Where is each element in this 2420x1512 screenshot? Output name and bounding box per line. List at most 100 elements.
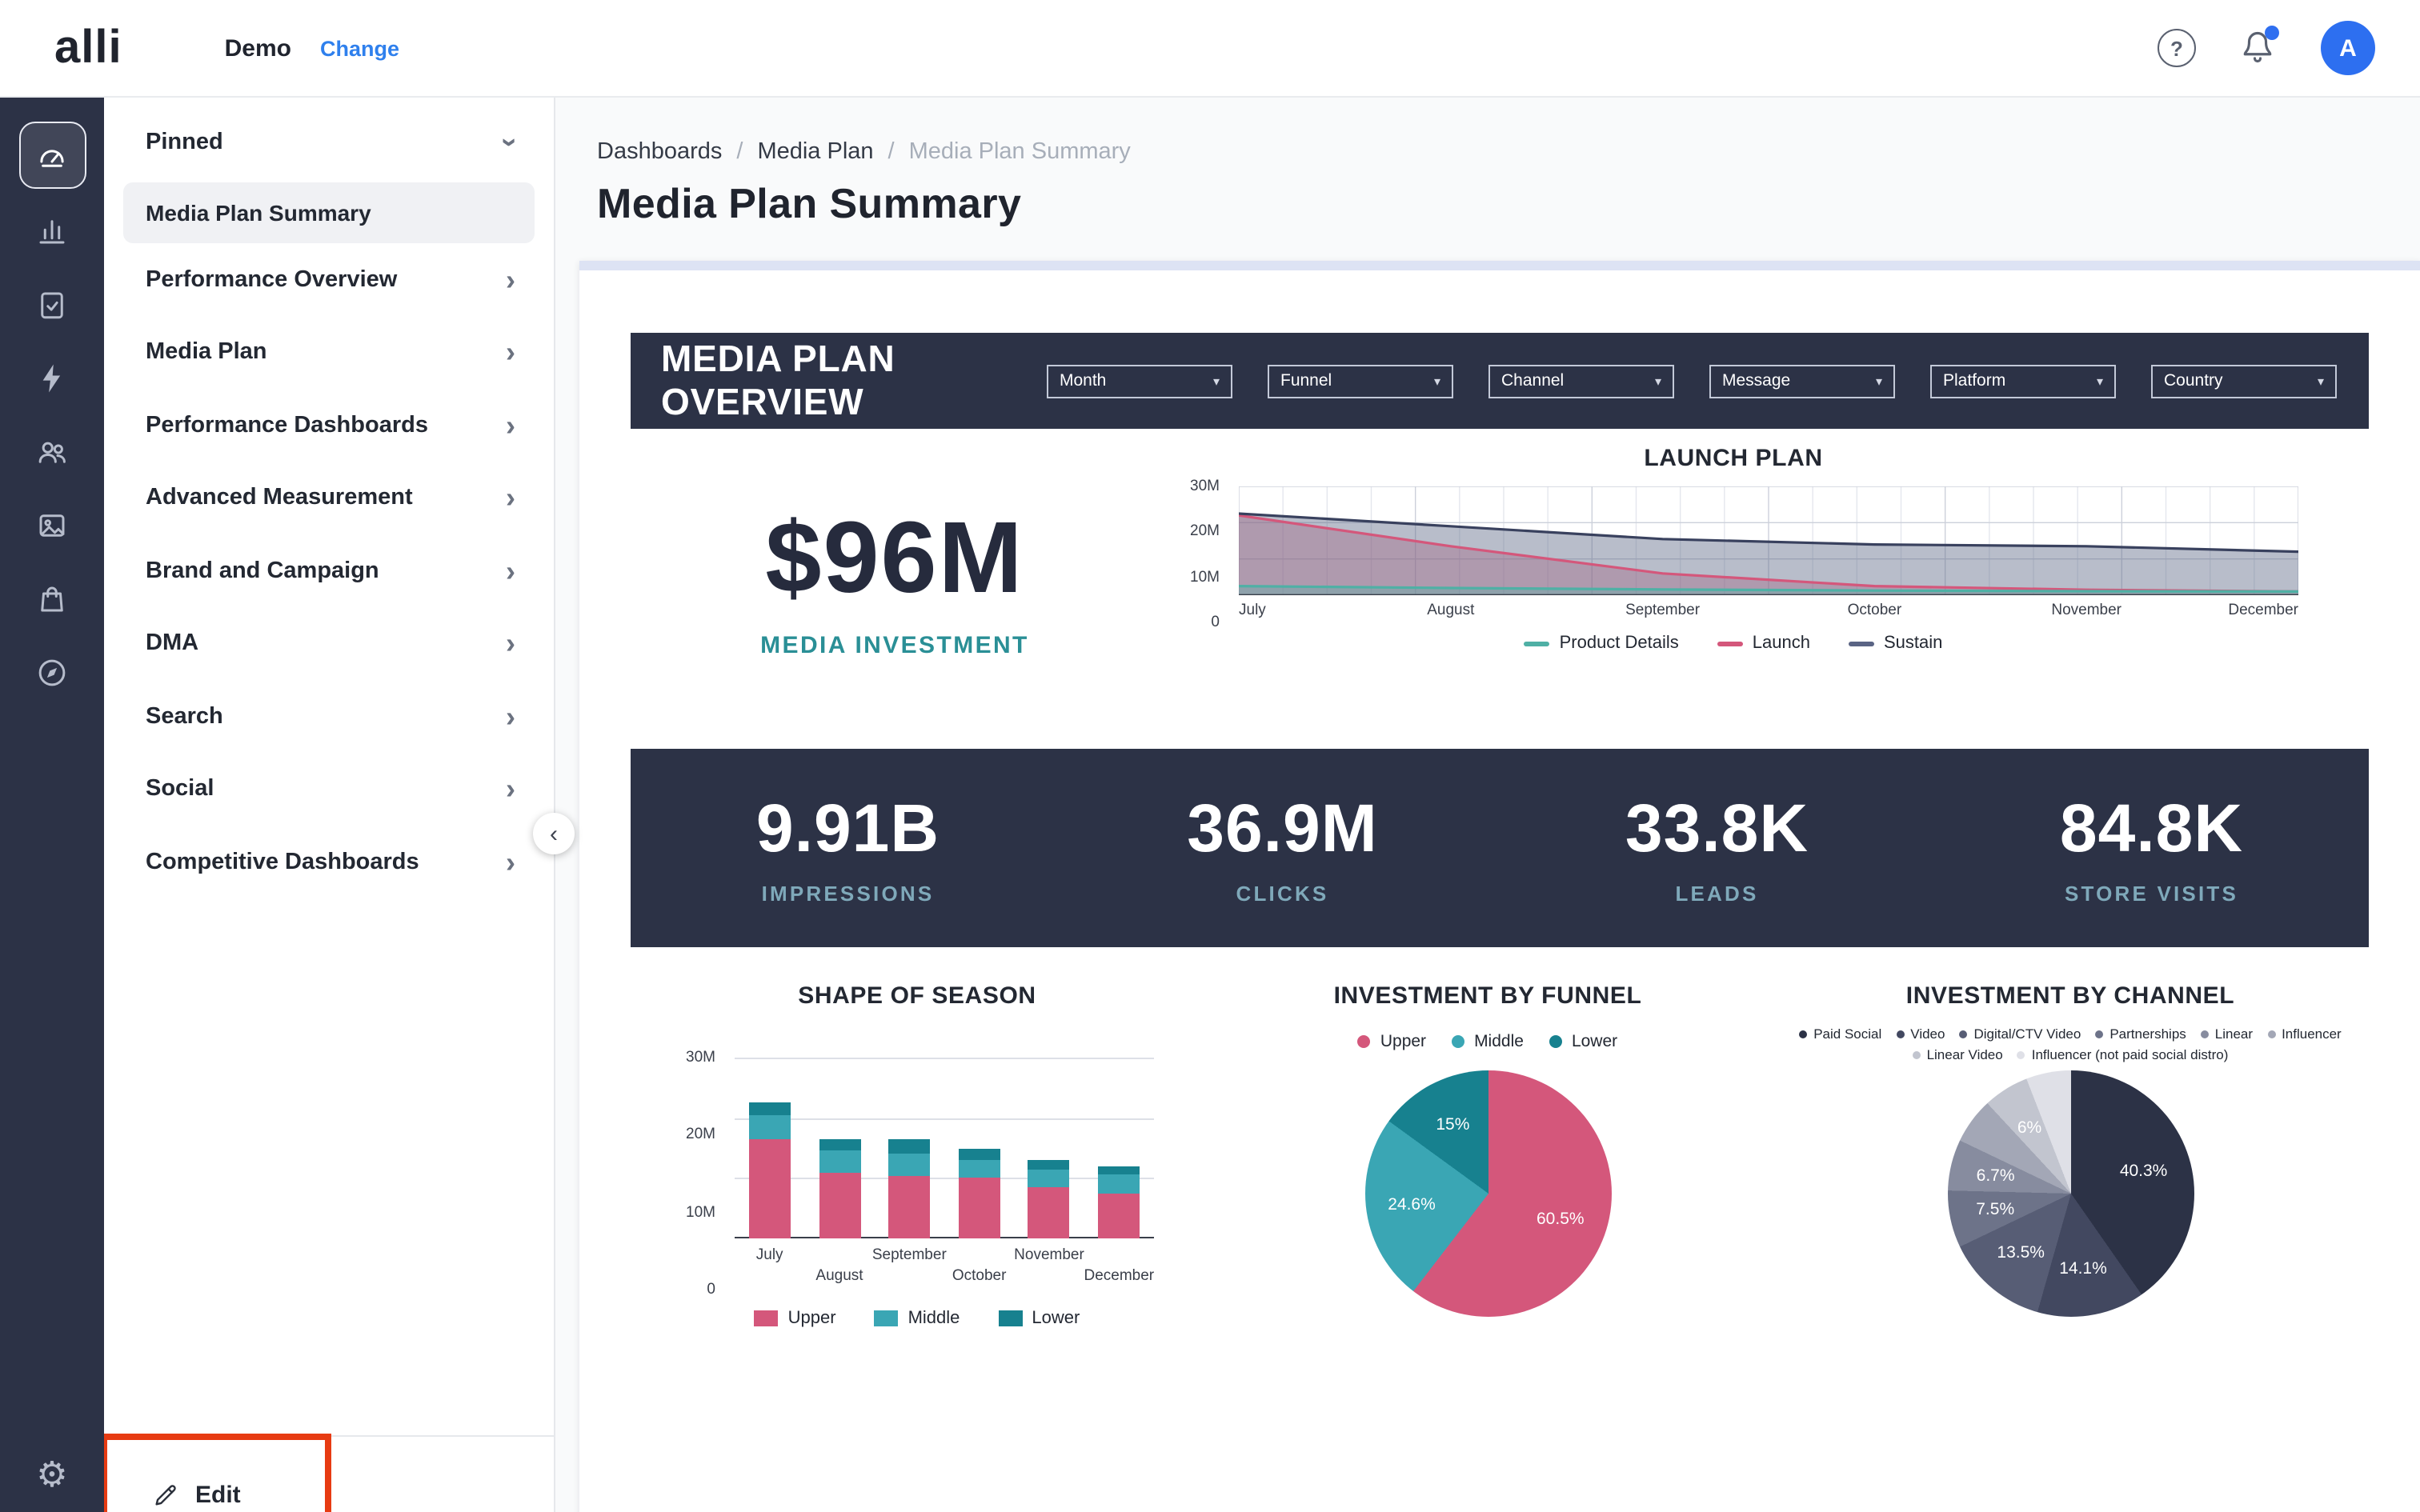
lightning-icon (35, 361, 69, 394)
kpi-leads: 33.8KLEADS (1500, 790, 1934, 906)
kpi-impressions: 9.91BIMPRESSIONS (631, 790, 1065, 906)
sidebar-item-label: Social (146, 777, 214, 802)
legend-item-launch: Launch (1717, 634, 1810, 653)
edit-button[interactable]: Edit (152, 1469, 241, 1512)
kpi-clicks: 36.9MCLICKS (1065, 790, 1500, 906)
legend-item-lower: Lower (1549, 1032, 1617, 1051)
filter-platform[interactable]: Platform▾ (1930, 364, 2116, 398)
legend-item-linear-video: Linear Video (1913, 1046, 2003, 1062)
legend-item-partnerships: Partnerships (2095, 1026, 2186, 1042)
bar-august (819, 1139, 860, 1238)
sidebar-item-advanced-measurement[interactable]: Advanced Measurement› (104, 462, 554, 534)
pie-label-middle: 24.6% (1388, 1195, 1436, 1214)
bar-segment-upper (1028, 1187, 1070, 1238)
filter-label: Funnel (1280, 371, 1332, 390)
rail-item-dashboard[interactable] (18, 122, 86, 189)
rail-item-automation[interactable] (20, 346, 84, 410)
filter-funnel[interactable]: Funnel▾ (1268, 364, 1453, 398)
breadcrumb-separator: / (736, 139, 743, 165)
sidebar-item-pinned[interactable]: Pinned › (104, 102, 554, 182)
legend-swatch (1452, 1035, 1464, 1048)
rail-item-creative[interactable] (20, 493, 84, 557)
x-tick-label: October (952, 1267, 1007, 1285)
shape-of-season-title: SHAPE OF SEASON (798, 982, 1036, 1010)
settings-gear-icon[interactable]: ⚙ (36, 1454, 67, 1496)
rail-item-charts[interactable] (20, 198, 84, 262)
compass-icon (35, 655, 69, 689)
chevron-right-icon: › (506, 557, 515, 586)
notification-dot (2265, 26, 2279, 40)
caret-down-icon: ▾ (1213, 374, 1220, 388)
y-tick-label: 20M (686, 1126, 715, 1144)
bar-segment-lower (819, 1139, 860, 1151)
bar-september (888, 1139, 930, 1238)
sidebar-item-brand-and-campaign[interactable]: Brand and Campaign› (104, 534, 554, 607)
sidebar-item-media-plan-summary[interactable]: Media Plan Summary (123, 182, 535, 243)
legend-label: Influencer (2282, 1026, 2342, 1042)
legend-label: Linear Video (1927, 1046, 2003, 1062)
legend-swatch (1913, 1050, 1921, 1058)
workspace-name: Demo (225, 34, 291, 62)
edit-label: Edit (195, 1481, 241, 1508)
app-logo: alli (54, 22, 122, 74)
sidebar-item-performance-overview[interactable]: Performance Overview› (104, 243, 554, 316)
launch-plan-chart: LAUNCH PLAN 30M20M10M0 JulyAugustSeptemb… (1159, 429, 2369, 723)
shape-of-season-yaxis: 30M20M10M0 (664, 1058, 725, 1290)
sidebar-item-dma[interactable]: DMA› (104, 607, 554, 680)
rail-item-shopping[interactable] (20, 566, 84, 630)
image-icon (35, 508, 69, 542)
main-content: Dashboards / Media Plan / Media Plan Sum… (554, 96, 2420, 1512)
bar-segment-upper (1098, 1193, 1140, 1238)
sidebar: Pinned › Media Plan Summary Performance … (104, 96, 555, 1512)
investment-row: $96M MEDIA INVESTMENT LAUNCH PLAN 30M20M… (631, 429, 2369, 723)
legend-item-middle: Middle (875, 1309, 960, 1328)
change-workspace-link[interactable]: Change (320, 36, 399, 60)
pie-label-digital-ctv-video: 13.5% (1997, 1242, 2045, 1262)
legend-label: Video (1910, 1026, 1945, 1042)
sidebar-item-search[interactable]: Search› (104, 680, 554, 753)
filter-country[interactable]: Country▾ (2151, 364, 2337, 398)
breadcrumb-dashboards[interactable]: Dashboards (597, 139, 722, 165)
pie-label-paid-social: 40.3% (2120, 1161, 2168, 1180)
chevron-right-icon: › (506, 848, 515, 877)
x-tick-label: December (2228, 602, 2298, 619)
rail-item-reports[interactable] (20, 272, 84, 336)
sidebar-item-competitive-dashboards[interactable]: Competitive Dashboards› (104, 826, 554, 898)
sidebar-item-performance-dashboards[interactable]: Performance Dashboards› (104, 389, 554, 462)
legend-label: Digital/CTV Video (1973, 1026, 2081, 1042)
sidebar-item-social[interactable]: Social› (104, 753, 554, 826)
filter-channel[interactable]: Channel ▾ (1488, 364, 1674, 398)
rail-item-explore[interactable] (20, 640, 84, 704)
legend-swatch (1549, 1035, 1562, 1048)
topbar: alli Demo Change ? A (0, 0, 2420, 98)
legend-item-influencer-not-paid-social-distro: Influencer (not paid social distro) (2017, 1046, 2229, 1062)
clipboard-check-icon (35, 287, 69, 321)
sidebar-item-media-plan[interactable]: Media Plan› (104, 316, 554, 389)
shape-of-season-plot (735, 1058, 1154, 1238)
pie-label-upper: 60.5% (1537, 1209, 1585, 1228)
filter-month[interactable]: Month▾ (1047, 364, 1232, 398)
media-investment-value: $96M (765, 500, 1024, 615)
avatar[interactable]: A (2321, 21, 2375, 75)
filter-label: Channel (1501, 371, 1564, 390)
shape-of-season-legend: UpperMiddleLower (755, 1309, 1080, 1328)
media-investment-label: MEDIA INVESTMENT (760, 631, 1029, 658)
x-tick-label: November (1014, 1246, 1084, 1264)
help-icon[interactable]: ? (2158, 29, 2196, 67)
breadcrumb-media-plan[interactable]: Media Plan (757, 139, 873, 165)
bar-december (1098, 1166, 1140, 1238)
kpi-value: 33.8K (1500, 790, 1934, 867)
bar-segment-middle (1028, 1169, 1070, 1187)
media-investment-block: $96M MEDIA INVESTMENT (631, 429, 1159, 723)
bar-segment-upper (749, 1139, 791, 1238)
notifications-button[interactable] (2241, 30, 2276, 66)
legend-swatch (1799, 1030, 1807, 1038)
filter-message[interactable]: Message▾ (1709, 364, 1895, 398)
channel-pie: 40.3%14.1%13.5%7.5%6.7%6% (1947, 1070, 2194, 1317)
sidebar-collapse-button[interactable]: ‹ (533, 813, 575, 854)
rail-item-audiences[interactable] (20, 419, 84, 483)
chevron-down-icon: › (496, 138, 525, 147)
caret-down-icon: ▾ (1655, 374, 1661, 388)
pie-label-video: 14.1% (2059, 1260, 2107, 1279)
legend-item-sustain: Sustain (1849, 634, 1942, 653)
